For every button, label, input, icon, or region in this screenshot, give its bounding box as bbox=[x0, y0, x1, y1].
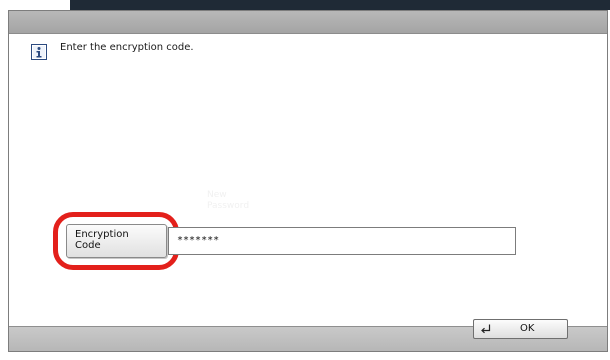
top-dark-strip bbox=[70, 0, 610, 10]
encryption-code-button-label-line2: Code bbox=[75, 240, 101, 251]
encryption-code-button[interactable]: Encryption Code bbox=[66, 224, 167, 258]
title-bar bbox=[9, 11, 607, 34]
enter-icon bbox=[480, 323, 492, 338]
ok-button[interactable]: OK bbox=[473, 319, 568, 339]
info-icon bbox=[31, 44, 47, 60]
dialog-message: Enter the encryption code. bbox=[60, 42, 194, 53]
dialog-window bbox=[8, 10, 608, 352]
encryption-code-field[interactable]: ******* bbox=[168, 227, 516, 255]
encryption-code-button-label-line1: Encryption bbox=[75, 229, 129, 240]
faded-hint: New Password bbox=[207, 190, 250, 211]
ok-button-label: OK bbox=[520, 323, 535, 334]
